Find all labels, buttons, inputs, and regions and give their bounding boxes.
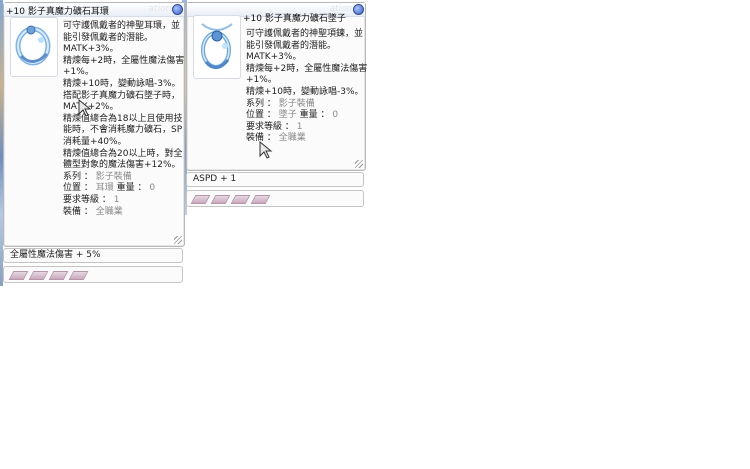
- item-description: 可守護佩戴者的神聖耳環，並 能引發佩戴者的潛能。 MATK+3%。 精煉每+2時…: [63, 21, 184, 218]
- description-line: 精煉值總合為20以上時，對全: [63, 148, 183, 159]
- description-line: 精煉每+2時，全屬性魔法傷害: [63, 55, 185, 66]
- empty-card-slot[interactable]: [210, 195, 231, 204]
- empty-card-slot[interactable]: [230, 195, 251, 204]
- resize-handle[interactable]: [355, 160, 363, 168]
- enchant-text: ASPD + 1: [193, 174, 237, 184]
- equip-row: 裝備 ： 全職業: [63, 206, 123, 217]
- series-row: 系列 ： 影子裝備: [246, 98, 315, 109]
- empty-card-slot[interactable]: [250, 195, 271, 204]
- item-info-window-pendant[interactable]: +10 影子真魔力礦石墜子 ations 可守護佩戴者的神聖項鍊，並 能引發佩戴…: [186, 2, 367, 171]
- description-line: +1%。: [63, 67, 94, 78]
- shadow-pendant-icon: [201, 23, 233, 69]
- description-line: 可守護佩戴者的神聖耳環，並: [63, 21, 181, 31]
- empty-card-slot[interactable]: [190, 195, 211, 204]
- position-row: 位置 ： 墜子 重量 ： 0: [246, 110, 339, 121]
- description-line: 消耗量+40%。: [63, 136, 127, 147]
- close-icon[interactable]: [172, 4, 183, 15]
- card-slots: [8, 271, 89, 280]
- description-line: MATK+3%。: [63, 44, 119, 55]
- empty-card-slot[interactable]: [28, 271, 49, 280]
- description-line: 精煉+10時，變動詠唱-3%。: [63, 78, 181, 89]
- resize-handle[interactable]: [174, 236, 182, 244]
- card-slots: [190, 195, 271, 204]
- enchant-info-bar: ASPD + 1: [186, 172, 364, 187]
- position-row: 位置 ： 耳環 重量 ： 0: [63, 183, 156, 194]
- description-line: 精煉+10時，變動詠唱-3%。: [246, 86, 364, 97]
- description-line: MATK+3%。: [246, 52, 302, 63]
- empty-card-slot[interactable]: [48, 271, 69, 280]
- item-info-window-earring[interactable]: +10 影子真魔力礦石耳環 ations 可守護佩戴者的神聖耳環，並 能引發佩戴…: [3, 2, 185, 247]
- item-title: +10 影子真魔力礦石耳環: [6, 7, 109, 17]
- description-line: 能時，不會消耗魔力礦石，SP: [63, 125, 183, 136]
- empty-card-slot[interactable]: [8, 271, 29, 280]
- item-title-bar[interactable]: +10 影子真魔力礦石耳環 ations: [4, 3, 184, 17]
- required-level-row: 要求等級 ： 1: [246, 121, 303, 132]
- required-level-row: 要求等級 ： 1: [63, 194, 120, 205]
- item-description: 可守護佩戴者的神聖項鍊，並 能引發佩戴者的潛能。 MATK+3%。 精煉每+2時…: [246, 29, 367, 145]
- item-image-frame: [10, 17, 58, 77]
- description-line: 能引發佩戴者的潛能。: [63, 32, 154, 43]
- mouse-cursor-icon: [259, 141, 273, 159]
- description-line: 可守護佩戴者的神聖項鍊，並: [246, 29, 364, 39]
- description-line: 體型對象的魔法傷害+12%。: [63, 160, 181, 171]
- item-image-frame: [193, 15, 241, 79]
- close-icon[interactable]: [353, 4, 364, 15]
- series-row: 系列 ： 影子裝備: [63, 171, 132, 182]
- description-line: +1%。: [246, 75, 277, 86]
- mouse-cursor-icon: [78, 99, 92, 117]
- description-line: 精煉每+2時，全屬性魔法傷害: [246, 63, 368, 74]
- shadow-earring-icon: [15, 25, 51, 66]
- description-line: 能引發佩戴者的潛能。: [246, 40, 337, 51]
- empty-card-slot[interactable]: [68, 271, 89, 280]
- enchant-info-bar: 全屬性魔法傷害 + 5%: [3, 248, 183, 263]
- enchant-text: 全屬性魔法傷害 + 5%: [10, 250, 101, 260]
